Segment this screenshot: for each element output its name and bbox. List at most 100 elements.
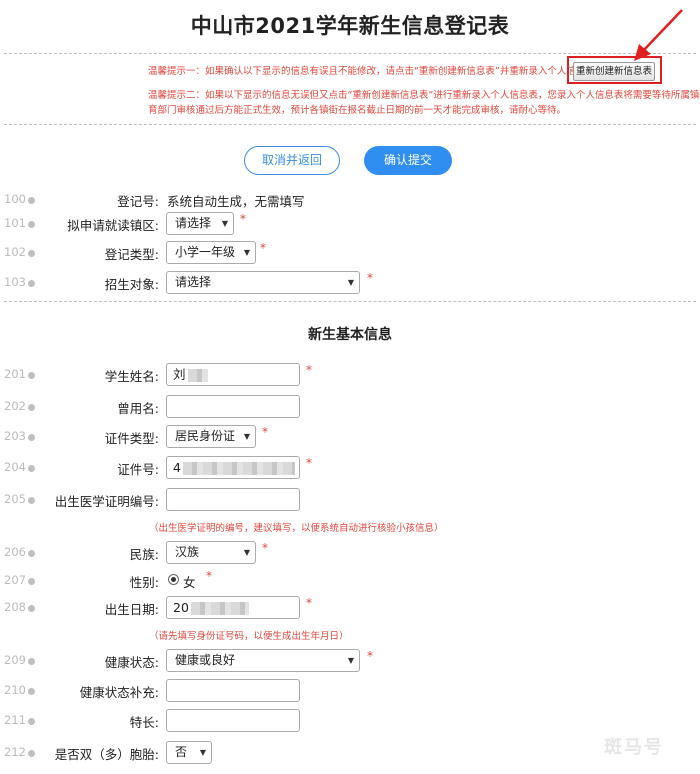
row-dot <box>28 605 35 612</box>
former-name-input[interactable] <box>166 395 300 418</box>
row-number: 103 <box>4 275 26 289</box>
row-number: 102 <box>4 245 26 259</box>
confirm-submit-button[interactable]: 确认提交 <box>364 146 452 175</box>
form-row-district: 101 拟申请就读镇区: 请选择 ▼ * <box>0 212 700 236</box>
registration-type-select[interactable]: 小学一年级 ▼ <box>166 241 256 264</box>
required-mark: * <box>240 212 246 226</box>
registration-number-value: 系统自动生成，无需填写 <box>167 194 305 209</box>
form-row-specialty: 211 特长: <box>0 709 700 733</box>
select-value: 小学一年级 <box>175 245 236 259</box>
field-label: 健康状态: <box>104 655 159 670</box>
caret-down-icon: ▼ <box>199 748 206 757</box>
input-value: 20 <box>173 600 189 615</box>
twins-select[interactable]: 否 ▼ <box>166 741 212 764</box>
form-row-registration-number: 100 登记号: 系统自动生成，无需填写 <box>0 188 700 212</box>
caret-down-icon: ▼ <box>347 278 354 287</box>
health-status-select[interactable]: 健康或良好 ▼ <box>166 649 360 672</box>
caret-down-icon: ▼ <box>243 548 250 557</box>
field-label: 曾用名: <box>117 401 159 416</box>
form-row-gender: 207 性别: 女 * <box>0 569 700 593</box>
field-label: 出生医学证明编号: <box>54 494 159 509</box>
red-arrow-icon <box>634 9 683 61</box>
row-dot <box>28 750 35 757</box>
input-value: 刘 <box>173 367 186 382</box>
required-mark: * <box>306 596 312 610</box>
divider <box>4 124 696 125</box>
ethnicity-select[interactable]: 汉族 ▼ <box>166 541 256 564</box>
required-mark: * <box>306 456 312 470</box>
row-dot <box>28 718 35 725</box>
form-row-twins: 212 是否双（多）胞胎: 否 ▼ <box>0 741 700 765</box>
field-label: 学生姓名: <box>104 369 159 384</box>
row-number: 209 <box>4 653 26 667</box>
divider <box>4 301 696 302</box>
caret-down-icon: ▼ <box>243 432 250 441</box>
row-dot <box>28 250 35 257</box>
select-value: 汉族 <box>175 545 200 559</box>
form-row-id-number: 204 证件号: 4 * <box>0 456 700 480</box>
row-number: 201 <box>4 367 26 381</box>
row-dot <box>28 465 35 472</box>
health-supplement-input[interactable] <box>166 679 300 702</box>
row-number: 207 <box>4 573 26 587</box>
blurred-text <box>182 462 295 475</box>
form-row-registration-type: 102 登记类型: 小学一年级 ▼ * <box>0 241 700 265</box>
row-dot <box>28 688 35 695</box>
birth-certificate-number-input[interactable] <box>166 488 300 511</box>
select-value: 请选择 <box>175 216 212 230</box>
field-label: 是否双（多）胞胎: <box>54 747 159 762</box>
select-value: 居民身份证 <box>175 429 236 443</box>
required-mark: * <box>367 271 373 285</box>
form-row-student-name: 201 学生姓名: 刘 * <box>0 363 700 387</box>
row-dot <box>28 434 35 441</box>
row-number: 101 <box>4 216 26 230</box>
row-number: 205 <box>4 492 26 506</box>
field-label: 出生日期: <box>104 602 159 617</box>
notice-tip-1: 温馨提示一：如果确认以下显示的信息有误且不能修改，请点击“重新创建新信息表”并重… <box>148 66 605 77</box>
row-number: 206 <box>4 545 26 559</box>
id-number-input[interactable]: 4 <box>166 456 300 479</box>
required-mark: * <box>367 649 373 663</box>
specialty-input[interactable] <box>166 709 300 732</box>
row-dot <box>28 197 35 204</box>
caret-down-icon: ▼ <box>243 248 250 257</box>
row-number: 100 <box>4 192 26 206</box>
form-row-enrollment-target: 103 招生对象: 请选择 ▼ * <box>0 271 700 295</box>
row-dot <box>28 497 35 504</box>
id-type-select[interactable]: 居民身份证 ▼ <box>166 425 256 448</box>
row-dot <box>28 658 35 665</box>
required-mark: * <box>260 241 266 255</box>
blurred-text <box>190 602 249 615</box>
field-label: 登记类型: <box>104 247 159 262</box>
field-label: 健康状态补充: <box>79 685 159 700</box>
row-number: 204 <box>4 460 26 474</box>
section-title: 新生基本信息 <box>308 327 392 343</box>
watermark: 斑马号 <box>604 737 664 758</box>
required-mark: * <box>306 363 312 377</box>
field-label: 性别: <box>129 575 159 590</box>
field-label: 证件类型: <box>104 431 159 446</box>
field-label: 招生对象: <box>104 277 159 292</box>
field-label: 证件号: <box>117 462 159 477</box>
row-dot <box>28 372 35 379</box>
field-label: 拟申请就读镇区: <box>67 218 159 233</box>
gender-radio-label: 女 <box>183 575 196 590</box>
enrollment-target-select[interactable]: 请选择 ▼ <box>166 271 360 294</box>
student-name-input[interactable]: 刘 <box>166 363 300 386</box>
form-row-former-name: 202 曾用名: <box>0 395 700 419</box>
select-value: 健康或良好 <box>175 653 236 667</box>
district-select[interactable]: 请选择 ▼ <box>166 212 234 235</box>
notice-tip-2-line-2: 育部门审核通过后方能正式生效，预计各镇街在报名截止日期的前一天才能完成审核，请耐… <box>148 105 567 116</box>
field-label: 登记号: <box>117 194 159 209</box>
birth-date-input[interactable]: 20 <box>166 596 300 619</box>
caret-down-icon: ▼ <box>221 219 228 228</box>
form-row-ethnicity: 206 民族: 汉族 ▼ * <box>0 541 700 565</box>
required-mark: * <box>262 541 268 555</box>
field-label: 民族: <box>129 547 159 562</box>
gender-radio-female[interactable] <box>168 574 179 585</box>
form-row-birth-date: 208 出生日期: 20 * <box>0 596 700 620</box>
cancel-and-return-button[interactable]: 取消并返回 <box>244 146 340 175</box>
row-dot <box>28 578 35 585</box>
row-dot <box>28 280 35 287</box>
field-label: 特长: <box>129 715 159 730</box>
